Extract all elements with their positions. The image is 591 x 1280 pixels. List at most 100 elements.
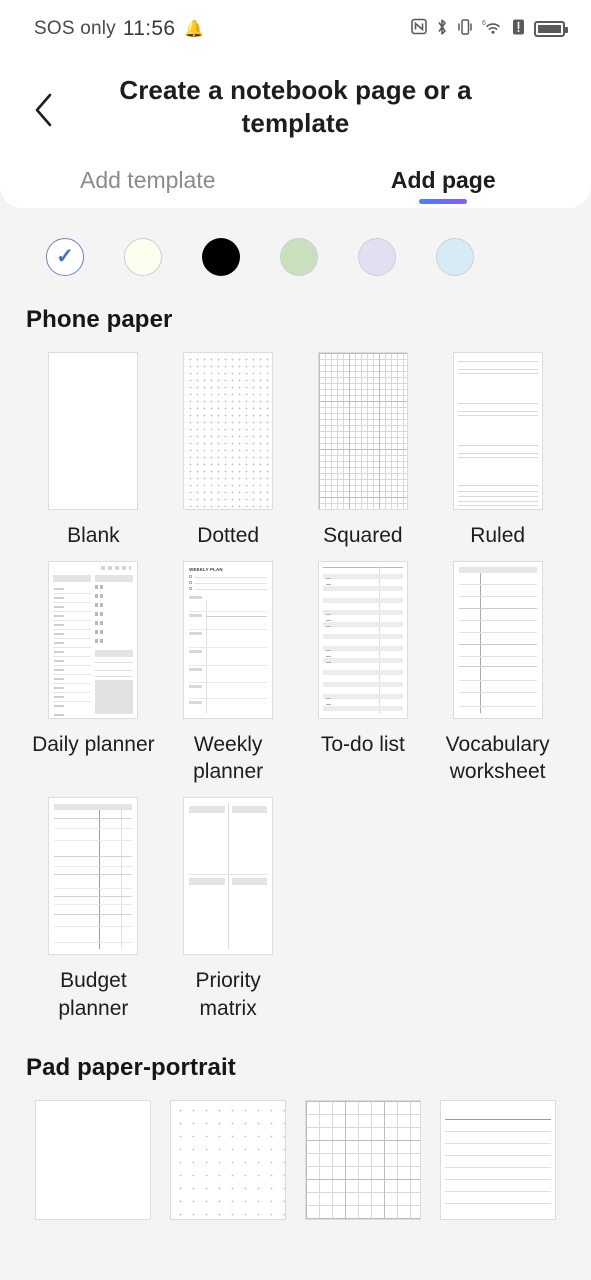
template-card-pad-blank[interactable]: [26, 1100, 161, 1221]
striped-rows: [322, 566, 403, 714]
pad-paper-grid: [26, 1100, 565, 1232]
task-tick: [325, 577, 331, 580]
dot-grid-pattern: [184, 352, 273, 509]
bluetooth-icon: [436, 18, 448, 41]
template-thumbnail-pad-blank[interactable]: [35, 1100, 152, 1221]
tab-add-page[interactable]: Add page: [296, 167, 591, 208]
swatch-slot: [104, 237, 182, 276]
template-card-pad-squared[interactable]: [296, 1100, 431, 1221]
template-thumbnail-vocabulary-worksheet[interactable]: [452, 560, 543, 719]
check-icon: ✓: [56, 245, 74, 269]
table-row-rule: [54, 828, 133, 830]
divider: [194, 588, 268, 590]
table-row-rule: [458, 679, 537, 681]
quadrant-horizontal-divider: [189, 874, 268, 876]
table-row-rule: [54, 818, 133, 820]
active-tab-indicator: [419, 198, 468, 204]
template-card-ruled[interactable]: Ruled: [430, 351, 565, 549]
template-card-daily-planner[interactable]: Daily planner: [26, 560, 161, 786]
quadrant-header-band: [189, 806, 226, 814]
template-label: Budget planner: [58, 969, 129, 1020]
table-row-rule: [54, 856, 133, 858]
template-card-todo-list[interactable]: To-do list: [296, 560, 431, 786]
day-label: [189, 595, 203, 599]
template-thumbnail-squared[interactable]: [317, 351, 408, 510]
quadrant-vertical-divider: [228, 803, 230, 950]
divider: [189, 664, 268, 666]
swatch-slot: [182, 237, 260, 276]
task-tick: [325, 625, 331, 628]
table-row-rule: [458, 655, 537, 657]
color-swatch-light-blue[interactable]: [436, 237, 474, 276]
tab-add-page-label: Add page: [390, 166, 496, 193]
page-title: Create a notebook page or a template: [119, 75, 472, 139]
template-card-squared[interactable]: Squared: [296, 351, 431, 549]
divider: [95, 675, 134, 677]
template-thumbnail-ruled[interactable]: [452, 351, 543, 510]
day-rule: [206, 615, 268, 617]
template-card-vocabulary-worksheet[interactable]: Vocabulary worksheet: [430, 560, 565, 786]
tab-bar: Add template Add page: [0, 167, 591, 208]
checkbox: [189, 586, 193, 590]
template-card-pad-ruled[interactable]: [430, 1100, 565, 1221]
template-thumbnail-blank[interactable]: [48, 351, 139, 510]
header-row: Create a notebook page or a template: [0, 74, 591, 141]
color-swatch-black[interactable]: [202, 237, 240, 276]
template-thumbnail-dotted[interactable]: [183, 351, 274, 510]
task-tick: [325, 655, 331, 658]
day-label: [189, 613, 203, 617]
table-row-rule: [54, 926, 133, 928]
date-placeholder: [101, 565, 132, 570]
back-chevron-icon[interactable]: [22, 88, 66, 132]
color-swatch-sage-green[interactable]: [280, 237, 318, 276]
table-row-rule: [458, 619, 537, 621]
color-swatch-lavender[interactable]: [358, 237, 396, 276]
template-label: Priority matrix: [195, 969, 261, 1020]
template-thumbnail-weekly-planner[interactable]: WEEKLY PLAN: [183, 560, 274, 719]
table-row-rule: [458, 643, 537, 645]
column-divider-secondary: [121, 810, 123, 950]
template-thumbnail-daily-planner[interactable]: [48, 560, 139, 719]
table-row-rule: [458, 607, 537, 609]
notes-block: [95, 679, 134, 714]
divider: [189, 646, 268, 648]
template-card-dotted[interactable]: Dotted: [161, 351, 296, 549]
task-tick: [325, 703, 331, 706]
template-thumbnail-pad-squared[interactable]: [304, 1100, 421, 1221]
section-title-pad-paper-portrait: Pad paper-portrait: [26, 1054, 236, 1082]
template-thumbnail-budget-planner[interactable]: [48, 797, 139, 956]
divider: [189, 681, 268, 683]
template-card-blank[interactable]: Blank: [26, 351, 161, 549]
header-card: Create a notebook page or a template Add…: [0, 58, 591, 208]
template-card-pad-dotted[interactable]: [161, 1100, 296, 1221]
day-label: [189, 649, 203, 653]
template-thumbnail-pad-ruled[interactable]: [439, 1100, 556, 1221]
divider: [189, 697, 268, 699]
notes-header-band: [95, 649, 134, 657]
tab-add-template-label: Add template: [79, 166, 216, 193]
swatch-slot: ✓: [26, 237, 104, 276]
task-tick: [325, 613, 331, 616]
template-label: Daily planner: [32, 732, 155, 756]
template-label: Weekly planner: [193, 732, 264, 784]
carrier-label: SOS only: [34, 18, 116, 39]
tab-add-template[interactable]: Add template: [0, 167, 296, 208]
table-row-rule: [54, 904, 133, 906]
battery-icon: [534, 21, 568, 37]
color-swatch-white[interactable]: ✓: [46, 237, 84, 276]
task-tick: [325, 619, 331, 622]
dot-grid-pattern: [171, 1101, 286, 1220]
template-thumbnail-pad-dotted[interactable]: [170, 1100, 287, 1221]
vibrate-icon: [457, 18, 473, 41]
template-card-priority-matrix[interactable]: Priority matrix: [161, 797, 296, 1022]
template-card-budget-planner[interactable]: Budget planner: [26, 797, 161, 1022]
svg-text:6: 6: [482, 20, 486, 27]
template-card-weekly-planner[interactable]: WEEKLY PLAN Weekly planner: [161, 560, 296, 786]
table-row-rule: [54, 874, 133, 876]
divider: [95, 661, 134, 663]
template-thumbnail-todo-list[interactable]: [317, 560, 408, 719]
divider: [194, 576, 268, 578]
color-swatch-ivory[interactable]: [124, 237, 162, 276]
template-thumbnail-priority-matrix[interactable]: [183, 797, 274, 956]
template-label: To-do list: [320, 732, 405, 756]
